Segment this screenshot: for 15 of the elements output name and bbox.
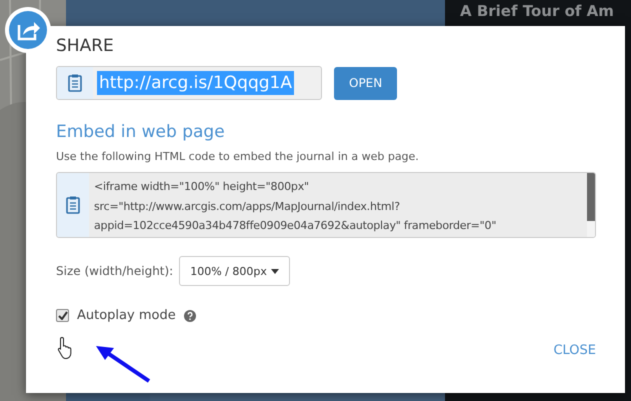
size-label: Size (width/height):	[56, 264, 174, 278]
autoplay-label: Autoplay mode	[77, 308, 176, 323]
embed-description: Use the following HTML code to embed the journal in a web page.	[56, 150, 420, 163]
embed-heading: Embed in web page	[56, 122, 226, 142]
close-button[interactable]: CLOSE	[553, 343, 596, 358]
clipboard-icon[interactable]	[68, 74, 82, 92]
size-dropdown[interactable]: 100% / 800px	[179, 256, 290, 286]
journal-title: A Brief Tour of Am	[460, 2, 614, 20]
open-button[interactable]: OPEN	[334, 66, 398, 100]
link-field[interactable]: http://arcg.is/1Qqqg1A	[56, 66, 322, 100]
caret-icon	[270, 268, 279, 274]
autoplay-checkbox[interactable]	[56, 309, 69, 322]
pointer-arrow	[94, 344, 152, 384]
help-icon[interactable]	[184, 310, 196, 322]
dialog-title: SHARE	[56, 36, 115, 56]
